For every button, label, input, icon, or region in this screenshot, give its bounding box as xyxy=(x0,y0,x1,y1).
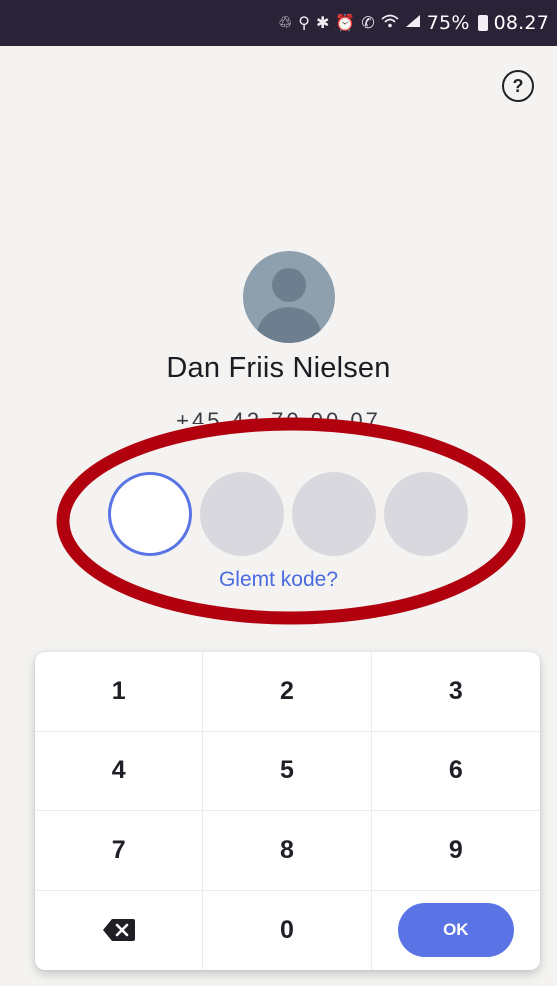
status-time: 08.27 xyxy=(493,12,549,34)
battery-percent: 75% xyxy=(426,12,470,34)
location-icon: ⚲ xyxy=(298,15,311,32)
bluetooth-icon: ✱ xyxy=(316,15,330,32)
key-3[interactable]: 3 xyxy=(371,652,540,732)
forgot-code-link[interactable]: Glemt kode? xyxy=(0,568,557,592)
backspace-button[interactable] xyxy=(35,890,204,970)
alarm-icon: ⏰ xyxy=(335,15,356,32)
key-9[interactable]: 9 xyxy=(371,811,540,891)
key-5[interactable]: 5 xyxy=(203,731,372,811)
avatar xyxy=(243,251,335,343)
pin-dot-1[interactable] xyxy=(108,472,192,556)
phone-screen: ♲ ⚲ ✱ ⏰ ✆ 75% 08.27 ? Dan Friis Nielsen … xyxy=(0,0,557,986)
status-bar: ♲ ⚲ ✱ ⏰ ✆ 75% 08.27 xyxy=(0,0,557,46)
numeric-keypad: 1 2 3 4 5 6 7 8 9 0 OK xyxy=(35,652,540,970)
user-name: Dan Friis Nielsen xyxy=(166,352,391,384)
user-phone: +45 42 70 90 07 xyxy=(176,408,381,424)
key-6[interactable]: 6 xyxy=(371,732,540,811)
ok-button[interactable]: OK xyxy=(397,903,514,958)
backspace-icon xyxy=(102,919,135,942)
pin-dot-4 xyxy=(384,472,468,556)
battery-icon xyxy=(477,15,488,31)
person-icon xyxy=(255,268,323,343)
key-7[interactable]: 7 xyxy=(35,811,204,891)
call-icon: ✆ xyxy=(361,15,375,32)
wifi-icon xyxy=(381,14,399,33)
key-8[interactable]: 8 xyxy=(203,811,372,891)
key-0[interactable]: 0 xyxy=(203,890,372,970)
ok-cell: OK xyxy=(372,891,540,971)
help-icon: ? xyxy=(512,75,524,96)
pin-input[interactable] xyxy=(108,472,468,556)
key-4[interactable]: 4 xyxy=(35,731,204,811)
key-1[interactable]: 1 xyxy=(35,652,204,732)
help-button[interactable]: ? xyxy=(502,70,534,102)
key-2[interactable]: 2 xyxy=(203,652,372,732)
pin-dot-2 xyxy=(200,472,284,556)
signal-icon xyxy=(405,14,421,33)
pin-dot-3 xyxy=(292,472,376,556)
recycle-icon: ♲ xyxy=(277,15,293,32)
